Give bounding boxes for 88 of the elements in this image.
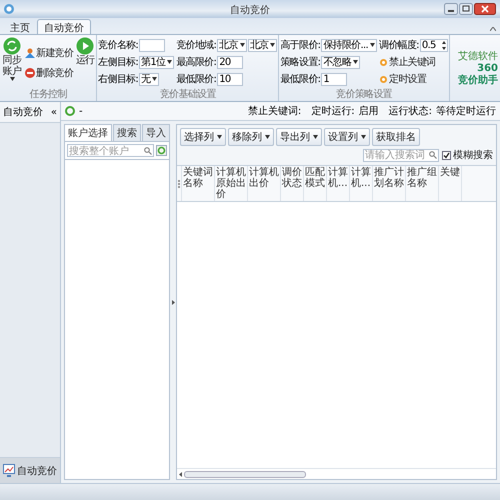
chart-icon bbox=[3, 464, 15, 478]
caret-icon bbox=[152, 77, 158, 81]
column-header[interactable]: 计算机出价 bbox=[248, 166, 281, 201]
spin-arrows-icon bbox=[442, 40, 446, 50]
field-label: 最低限价: bbox=[176, 73, 216, 86]
nav-item[interactable]: 自动竞价 bbox=[0, 457, 60, 483]
toolbar-button[interactable]: 获取排名 bbox=[372, 128, 420, 146]
group-label: 竞价策略设置 bbox=[336, 89, 392, 100]
caret-icon bbox=[370, 43, 375, 47]
sidebar-title: 自动竞价 bbox=[3, 106, 43, 119]
field-label: 竞价地域: bbox=[176, 38, 216, 52]
person-icon bbox=[25, 48, 35, 58]
column-header[interactable]: 计算机... bbox=[327, 166, 350, 201]
field-label: 最低限价: bbox=[280, 73, 320, 86]
account-title: - bbox=[79, 106, 83, 116]
collapse-button[interactable]: « bbox=[50, 106, 57, 118]
status-label: 运行状态: bbox=[388, 104, 432, 118]
caret-icon bbox=[353, 60, 358, 64]
field-label: 右侧目标: bbox=[98, 72, 138, 86]
column-header[interactable]: 计算机原始出价 bbox=[215, 166, 248, 201]
text-field[interactable]: 10 bbox=[217, 72, 244, 86]
dropdown[interactable]: 第1位 bbox=[139, 56, 174, 68]
search-icon bbox=[144, 146, 152, 154]
window-title: 自动竞价 bbox=[230, 5, 270, 16]
dropdown[interactable]: 保持限价... bbox=[321, 38, 377, 52]
group-label: 竞价基础设置 bbox=[160, 89, 216, 100]
refresh-button[interactable] bbox=[156, 145, 167, 156]
scrollbar-thumb[interactable] bbox=[184, 470, 306, 478]
tab[interactable]: 导入 bbox=[142, 124, 170, 141]
maximize-button[interactable] bbox=[459, 3, 473, 15]
toolbar-button[interactable]: 设置列 bbox=[324, 128, 370, 146]
column-handle-icon bbox=[178, 180, 180, 188]
run-button[interactable]: 运行 bbox=[75, 37, 96, 89]
field-label: 高于限价: bbox=[280, 38, 320, 52]
toolbar-button[interactable]: 移除列 bbox=[228, 128, 274, 146]
text-field[interactable]: 1 bbox=[321, 72, 348, 86]
toolbar-button[interactable]: 选择列 bbox=[180, 128, 226, 146]
product-logo: 360 竞价助手 bbox=[458, 63, 498, 87]
checkbox[interactable]: 模糊搜索 bbox=[442, 148, 493, 162]
new-button[interactable]: 新建竞价 bbox=[25, 46, 74, 60]
toolbar-button[interactable]: 导出列 bbox=[276, 128, 322, 146]
spin-field[interactable]: 0.5 bbox=[420, 38, 448, 52]
tab[interactable]: 主页 bbox=[3, 19, 37, 34]
delete-button[interactable]: 删除竞价 bbox=[25, 66, 74, 80]
tab[interactable]: 自动竞价 bbox=[37, 19, 91, 34]
field-label: 左侧目标: bbox=[98, 56, 138, 69]
tab[interactable]: 搜索 bbox=[113, 124, 141, 141]
sync-button[interactable]: 同步账户 bbox=[1, 37, 23, 89]
column-header[interactable]: 关键 bbox=[439, 166, 462, 201]
tab[interactable]: 账户选择 bbox=[64, 124, 112, 141]
column-header[interactable]: 关键词名称 bbox=[182, 166, 215, 201]
status-value: 启用 bbox=[358, 104, 379, 118]
status-label: 定时运行: bbox=[311, 104, 355, 118]
minimize-button[interactable] bbox=[444, 3, 458, 15]
scroll-left-icon[interactable] bbox=[179, 472, 182, 476]
column-header[interactable]: 调价状态 bbox=[281, 166, 304, 201]
app-icon bbox=[3, 3, 15, 15]
caret-icon bbox=[270, 43, 276, 47]
link-button[interactable]: 定时设置 bbox=[378, 72, 448, 86]
field-label: 竞价名称: bbox=[98, 38, 138, 52]
text-field[interactable]: 20 bbox=[217, 56, 244, 68]
column-header[interactable]: 计算机... bbox=[350, 166, 373, 201]
close-button[interactable] bbox=[474, 3, 496, 15]
status-label: 禁止关键词: bbox=[248, 104, 302, 118]
refresh-icon[interactable] bbox=[65, 106, 75, 116]
caret-icon bbox=[240, 43, 245, 47]
column-header[interactable]: 推广计划名称 bbox=[373, 166, 406, 201]
column-header[interactable]: 匹配模式 bbox=[304, 166, 327, 201]
dropdown[interactable]: 北京 bbox=[217, 38, 247, 52]
field-label: 策略设置: bbox=[280, 56, 320, 69]
text-field[interactable] bbox=[139, 38, 166, 52]
dropdown[interactable]: 不忽略 bbox=[321, 56, 360, 68]
search-icon bbox=[429, 151, 437, 159]
play-icon bbox=[76, 37, 94, 55]
column-header[interactable]: 推广组名称 bbox=[406, 166, 439, 201]
company-name: 艾德软件 bbox=[458, 50, 498, 63]
dropdown[interactable]: 北京 bbox=[248, 38, 278, 52]
status-value: 等待定时运行 bbox=[436, 104, 496, 118]
group-label: 任务控制 bbox=[30, 89, 67, 100]
caret-icon bbox=[167, 60, 172, 64]
collapse-icon[interactable] bbox=[490, 27, 496, 31]
dropdown[interactable]: 无 bbox=[139, 72, 160, 86]
caret-icon bbox=[10, 77, 14, 81]
field-label: 调价幅度: bbox=[378, 38, 419, 52]
refresh-icon bbox=[3, 37, 21, 55]
field-label: 最高限价: bbox=[176, 56, 216, 69]
link-button[interactable]: 禁止关键词 bbox=[378, 55, 448, 69]
minus-icon bbox=[25, 68, 35, 78]
